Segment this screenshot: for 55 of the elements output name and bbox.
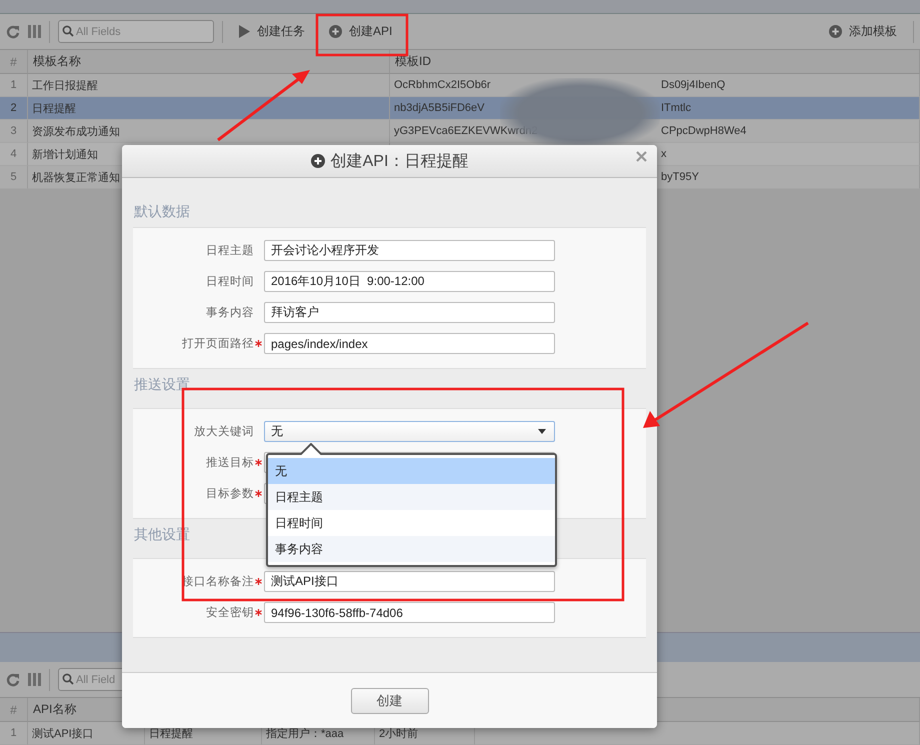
- dropdown-option[interactable]: 事务内容: [268, 536, 555, 562]
- select-field[interactable]: 无: [264, 421, 555, 442]
- refresh-button[interactable]: [6, 672, 20, 686]
- table-cell: Ds09j4IbenQ: [661, 79, 726, 91]
- dropdown-option[interactable]: 日程时间: [268, 510, 555, 536]
- table-cell: 工作日报提醒: [28, 74, 390, 97]
- row-number: 1: [0, 74, 28, 97]
- field-label: 日程主题: [206, 243, 254, 258]
- row-number: 3: [0, 120, 28, 143]
- field-label: 日程时间: [206, 274, 254, 289]
- search-field[interactable]: All Fields: [58, 20, 214, 43]
- text-field[interactable]: 开会讨论小程序开发: [264, 240, 555, 261]
- table-cell: x: [661, 148, 666, 160]
- dropdown-option[interactable]: 无: [268, 458, 555, 484]
- play-icon: [239, 25, 250, 38]
- row-number: 2: [0, 97, 28, 120]
- add-template-button[interactable]: 添加模板: [821, 19, 905, 44]
- row-number: 5: [0, 166, 28, 189]
- table-cell: 日程提醒: [28, 97, 390, 120]
- row-number: 4: [0, 143, 28, 166]
- field-label: 安全密钥: [206, 605, 254, 620]
- text-field[interactable]: 测试API接口: [264, 571, 555, 592]
- table-cell: OcRbhmCx2I5Ob6r: [394, 79, 491, 91]
- create-button[interactable]: 创建: [350, 688, 428, 714]
- text-field[interactable]: pages/index/index: [264, 333, 555, 354]
- table-cell: CPpcDwpH8We4: [661, 125, 746, 137]
- toolbar-button[interactable]: 创建任务: [231, 19, 313, 44]
- dropdown-option[interactable]: 日程主题: [268, 484, 555, 510]
- table-cell: 测试API接口: [28, 722, 145, 745]
- close-icon: [636, 151, 647, 162]
- close-button[interactable]: [636, 151, 647, 162]
- plus-icon: [329, 25, 342, 38]
- toolbar-button[interactable]: 创建API: [321, 19, 400, 44]
- table-cell: ITmtlc: [661, 102, 691, 114]
- field-label: 打开页面路径: [182, 336, 254, 351]
- text-field[interactable]: 94f96-130f6-58ffb-74d06: [264, 602, 555, 623]
- row-number: 1: [0, 722, 28, 745]
- table-cell: 资源发布成功通知: [28, 120, 390, 143]
- plus-icon: [829, 25, 842, 38]
- section-title: 默认数据: [133, 202, 191, 221]
- text-field[interactable]: 2016年10月10日 9:00-12:00: [264, 271, 555, 292]
- table-cell: byT95Y: [661, 171, 699, 183]
- field-label: 推送目标: [206, 456, 254, 470]
- column-header[interactable]: 模板名称: [28, 50, 390, 74]
- dropdown-caret-icon: [538, 429, 546, 434]
- text-field[interactable]: 拜访客户: [264, 302, 555, 323]
- field-label: 目标参数: [206, 486, 254, 501]
- field-label: 事务内容: [206, 305, 254, 320]
- columns-button[interactable]: [28, 25, 41, 38]
- table-cell: nb3djA5B5iFD6eV: [394, 102, 485, 114]
- refresh-button[interactable]: [6, 24, 20, 38]
- columns-button[interactable]: [28, 673, 41, 686]
- column-header[interactable]: 模板ID: [390, 50, 920, 74]
- plus-icon: [310, 154, 325, 168]
- field-label: 放大关键词: [194, 424, 254, 439]
